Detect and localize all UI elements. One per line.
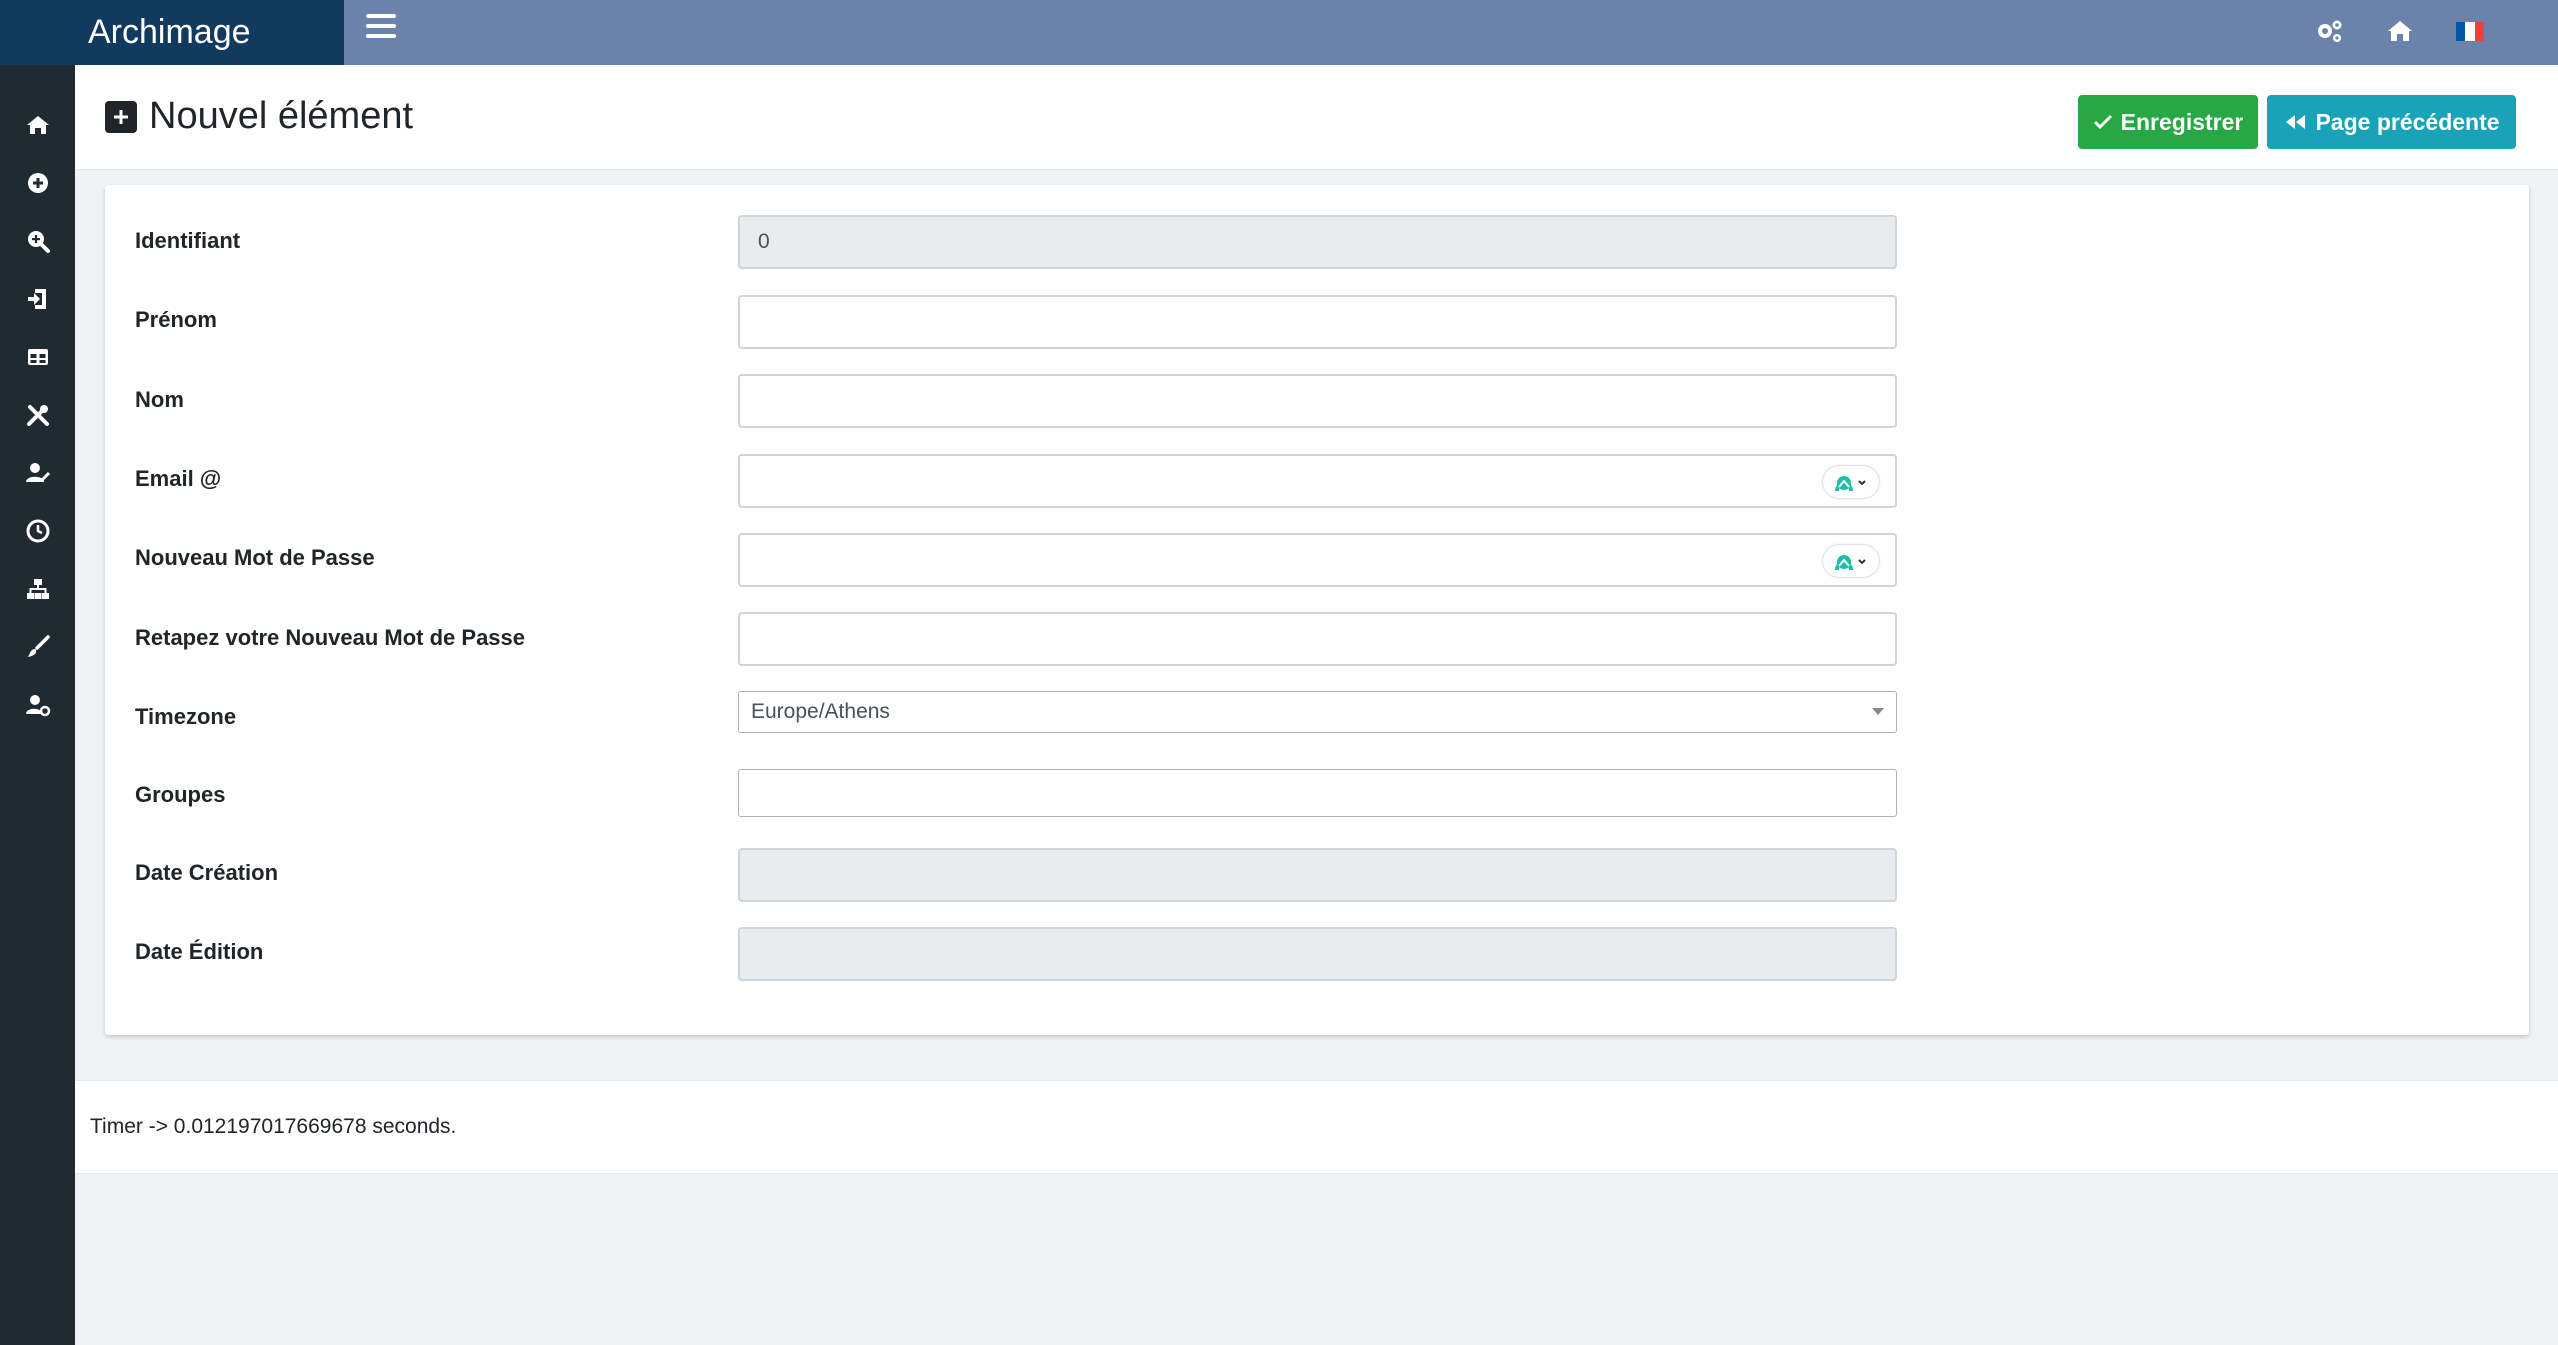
timer-text: Timer -> 0.012197017669678 seconds.: [90, 1115, 457, 1138]
sitemap-icon: [26, 579, 49, 599]
timezone-label: Timezone: [135, 704, 237, 729]
form-card: Identifiant 0 Prénom Nom Email @ Nouveau…: [105, 185, 2529, 1035]
sidebar-item-design[interactable]: [0, 627, 75, 667]
sidebar-item-import[interactable]: [0, 279, 75, 319]
sidebar-item-add[interactable]: [0, 163, 75, 203]
groupes-field[interactable]: [738, 769, 1897, 817]
save-button[interactable]: Enregistrer: [2078, 95, 2258, 149]
plus-square-icon: [105, 100, 137, 133]
sidebar-item-user-settings[interactable]: [0, 685, 75, 725]
sidebar-item-tools[interactable]: [0, 395, 75, 435]
back-button[interactable]: Page précédente: [2267, 95, 2516, 149]
date-edition-label: Date Édition: [135, 939, 264, 964]
password-confirm-label: Retapez votre Nouveau Mot de Passe: [135, 625, 526, 650]
page-header: Nouvel élément Enregistrer Page précéden…: [75, 65, 2558, 170]
password-label: Nouveau Mot de Passe: [135, 545, 375, 570]
search-plus-icon: [27, 231, 50, 253]
prenom-label: Prénom: [135, 307, 217, 332]
sidebar-item-structure[interactable]: [0, 569, 75, 609]
home-icon: [26, 116, 49, 134]
menu-toggle-icon[interactable]: [366, 14, 396, 44]
date-edition-field: [738, 927, 1897, 981]
sidebar-item-home[interactable]: [0, 105, 75, 145]
app-title: Archimage: [88, 13, 251, 51]
password-manager-widget[interactable]: [1823, 545, 1879, 577]
identifiant-label: Identifiant: [135, 228, 241, 253]
timezone-value: Europe/Athens: [751, 700, 890, 723]
sidebar-item-table[interactable]: [0, 337, 75, 377]
password-field[interactable]: [738, 533, 1897, 587]
email-field[interactable]: [738, 454, 1897, 508]
password-manager-widget[interactable]: [1823, 466, 1879, 498]
sign-in-icon: [27, 289, 46, 309]
groupes-label: Groupes: [135, 782, 226, 807]
password-manager-icon: [1835, 476, 1866, 491]
nom-label: Nom: [135, 387, 184, 412]
prenom-field[interactable]: [738, 295, 1897, 349]
date-creation-field: [738, 848, 1897, 902]
user-edit-icon: [25, 463, 50, 482]
save-button-label: Enregistrer: [2120, 108, 2244, 135]
identifiant-field: 0: [738, 215, 1897, 269]
home-icon[interactable]: [2384, 15, 2416, 47]
sidebar: [0, 65, 75, 1345]
user-cog-icon: [25, 695, 50, 717]
email-label: Email @: [135, 466, 222, 491]
page-title-text: Nouvel élément: [149, 95, 414, 137]
date-creation-label: Date Création: [135, 860, 279, 885]
plus-circle-icon: [27, 173, 48, 193]
gears-icon-graphic: [2318, 20, 2342, 42]
sidebar-item-search[interactable]: [0, 221, 75, 261]
identifiant-value: 0: [758, 230, 770, 253]
footer: Timer -> 0.012197017669678 seconds.: [75, 1080, 2558, 1174]
french-flag-icon[interactable]: [2454, 15, 2486, 47]
home-icon-graphic: [2388, 21, 2412, 41]
sidebar-item-history[interactable]: [0, 511, 75, 551]
tools-icon: [26, 405, 49, 426]
check-icon: [2093, 114, 2112, 130]
clock-icon: [26, 519, 49, 543]
table-icon: [27, 349, 48, 365]
nom-field[interactable]: [738, 374, 1897, 428]
gears-icon[interactable]: [2314, 15, 2346, 47]
password-manager-icon: [1835, 555, 1866, 570]
page-title: Nouvel élément: [105, 95, 413, 138]
timezone-select[interactable]: Europe/Athens: [738, 691, 1897, 733]
app-brand[interactable]: Archimage: [0, 0, 344, 65]
sidebar-item-user-edit[interactable]: [0, 453, 75, 493]
brush-icon: [27, 635, 50, 657]
password-confirm-field[interactable]: [738, 612, 1897, 666]
dropdown-arrow-icon: [1872, 708, 1884, 715]
back-button-label: Page précédente: [2315, 108, 2500, 135]
flag: [2456, 21, 2484, 41]
top-navbar: [344, 0, 2558, 65]
backward-icon: [2286, 115, 2306, 129]
